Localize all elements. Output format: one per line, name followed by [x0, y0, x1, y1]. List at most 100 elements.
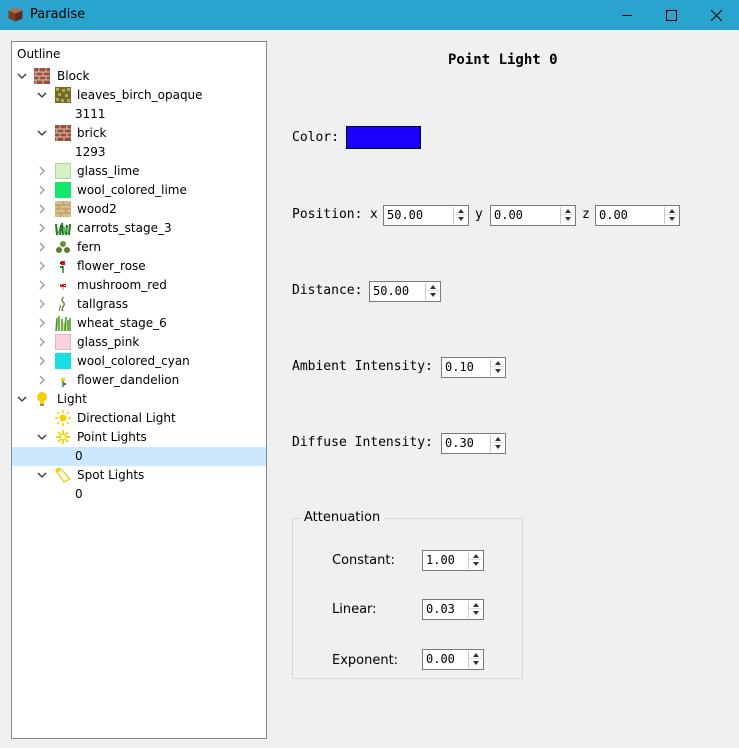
tree-item-wool-colored-lime[interactable]: wool_colored_lime — [12, 181, 266, 200]
minimize-button[interactable] — [604, 0, 650, 30]
tree-item-label: Light — [57, 392, 87, 406]
tree-item-wool-colored-cyan[interactable]: wool_colored_cyan — [12, 352, 266, 371]
spin-down-button[interactable] — [665, 215, 678, 223]
tree-item-tallgrass[interactable]: tallgrass — [12, 295, 266, 314]
tree-item-label: wheat_stage_6 — [77, 316, 167, 330]
diffuse-intensity-spinbox[interactable]: 0.30 — [441, 433, 506, 454]
chevron-right-icon[interactable] — [37, 166, 47, 176]
spin-up-button[interactable] — [491, 435, 504, 443]
tree-item-mushroom-red[interactable]: mushroom_red — [12, 276, 266, 295]
tree-item-glass-pink[interactable]: glass_pink — [12, 333, 266, 352]
chevron-right-icon[interactable] — [37, 375, 47, 385]
position-y-spinbox[interactable]: 0.00 — [490, 205, 576, 226]
tree-item-label: fern — [77, 240, 101, 254]
tree-item-point-light-0[interactable]: 0 — [12, 447, 266, 466]
tree-item-wheat-stage-6[interactable]: wheat_stage_6 — [12, 314, 266, 333]
tree-item-light[interactable]: Light — [12, 390, 266, 409]
arrow-down-icon — [494, 445, 501, 449]
maximize-button[interactable] — [648, 0, 694, 30]
tree-item-flower-dandelion[interactable]: flower_dandelion — [12, 371, 266, 390]
chevron-right-icon[interactable] — [37, 204, 47, 214]
spinbox-value: 0.00 — [599, 208, 628, 222]
tree-item-count[interactable]: 3111 — [12, 105, 266, 124]
tree-item-wood2[interactable]: wood2 — [12, 200, 266, 219]
chevron-right-icon[interactable] — [37, 242, 47, 252]
tree-item-directional-light[interactable]: Directional Light — [12, 409, 266, 428]
spin-down-button[interactable] — [469, 659, 482, 667]
spin-up-button[interactable] — [469, 601, 482, 609]
spin-up-button[interactable] — [665, 207, 678, 215]
tree-item-brick[interactable]: brick — [12, 124, 266, 143]
chevron-right-icon[interactable] — [37, 280, 47, 290]
spinbox-arrows — [490, 359, 504, 376]
spin-up-button[interactable] — [469, 552, 482, 560]
chevron-right-icon[interactable] — [37, 223, 47, 233]
lightbulb-icon — [37, 392, 47, 406]
tree-item-count[interactable]: 1293 — [12, 143, 266, 162]
tallgrass-icon — [58, 296, 65, 312]
arrow-up-icon — [429, 284, 436, 289]
chevron-right-icon[interactable] — [37, 185, 47, 195]
chevron-right-icon[interactable] — [37, 318, 47, 328]
tree-item-label: Directional Light — [77, 411, 176, 425]
brick-icon — [34, 68, 50, 84]
spin-down-button[interactable] — [491, 443, 504, 451]
spin-up-button[interactable] — [454, 207, 467, 215]
tree-item-flower-rose[interactable]: flower_rose — [12, 257, 266, 276]
tree-item-label: glass_lime — [77, 164, 140, 178]
leaves-icon — [55, 87, 71, 103]
spin-up-button[interactable] — [561, 207, 574, 215]
arrow-up-icon — [472, 553, 479, 558]
arrow-down-icon — [472, 661, 479, 665]
close-button[interactable] — [693, 0, 739, 30]
spin-up-button[interactable] — [491, 359, 504, 367]
chevron-down-icon[interactable] — [37, 128, 47, 138]
tree-item-label: mushroom_red — [77, 278, 167, 292]
position-x-spinbox[interactable]: 50.00 — [383, 205, 469, 226]
app-cube-icon — [8, 7, 23, 22]
tree-item-leaves-birch-opaque[interactable]: leaves_birch_opaque — [12, 86, 266, 105]
tree-item-carrots-stage-3[interactable]: carrots_stage_3 — [12, 219, 266, 238]
spin-down-button[interactable] — [454, 215, 467, 223]
chevron-down-icon[interactable] — [17, 394, 27, 404]
spin-down-button[interactable] — [469, 609, 482, 617]
spin-up-button[interactable] — [426, 283, 439, 291]
arrow-down-icon — [564, 217, 571, 221]
outline-tree[interactable]: Outline Block leaves_birch_opaque 3111 b… — [11, 41, 267, 739]
fern-icon — [56, 241, 70, 253]
chevron-right-icon[interactable] — [37, 356, 47, 366]
spin-down-button[interactable] — [426, 291, 439, 299]
chevron-down-icon[interactable] — [17, 71, 27, 81]
spin-down-button[interactable] — [561, 215, 574, 223]
position-z-spinbox[interactable]: 0.00 — [595, 205, 680, 226]
spin-down-button[interactable] — [491, 367, 504, 375]
position-z-label: z — [582, 207, 590, 222]
chevron-right-icon[interactable] — [37, 261, 47, 271]
chevron-down-icon[interactable] — [37, 432, 47, 442]
color-swatch-button[interactable] — [346, 126, 421, 149]
arrow-up-icon — [494, 360, 501, 365]
exponent-spinbox[interactable]: 0.00 — [422, 649, 484, 670]
spin-down-button[interactable] — [469, 560, 482, 568]
spinbox-arrows — [453, 207, 467, 224]
tree-item-spot-lights[interactable]: Spot Lights — [12, 466, 266, 485]
linear-spinbox[interactable]: 0.03 — [422, 599, 484, 620]
tree-item-fern[interactable]: fern — [12, 238, 266, 257]
constant-spinbox[interactable]: 1.00 — [422, 550, 484, 571]
glass-pink-icon — [55, 334, 71, 350]
distance-spinbox[interactable]: 50.00 — [369, 281, 441, 302]
chevron-right-icon[interactable] — [37, 299, 47, 309]
spin-up-button[interactable] — [469, 651, 482, 659]
tree-item-glass-lime[interactable]: glass_lime — [12, 162, 266, 181]
spinbox-arrows — [664, 207, 678, 224]
arrow-down-icon — [457, 217, 464, 221]
arrow-down-icon — [494, 369, 501, 373]
carrots-icon — [55, 222, 71, 236]
ambient-intensity-spinbox[interactable]: 0.10 — [441, 357, 506, 378]
chevron-down-icon[interactable] — [37, 470, 47, 480]
tree-item-block[interactable]: Block — [12, 67, 266, 86]
chevron-down-icon[interactable] — [37, 90, 47, 100]
tree-item-point-lights[interactable]: Point Lights — [12, 428, 266, 447]
chevron-right-icon[interactable] — [37, 337, 47, 347]
tree-item-spot-light-0[interactable]: 0 — [12, 485, 266, 504]
